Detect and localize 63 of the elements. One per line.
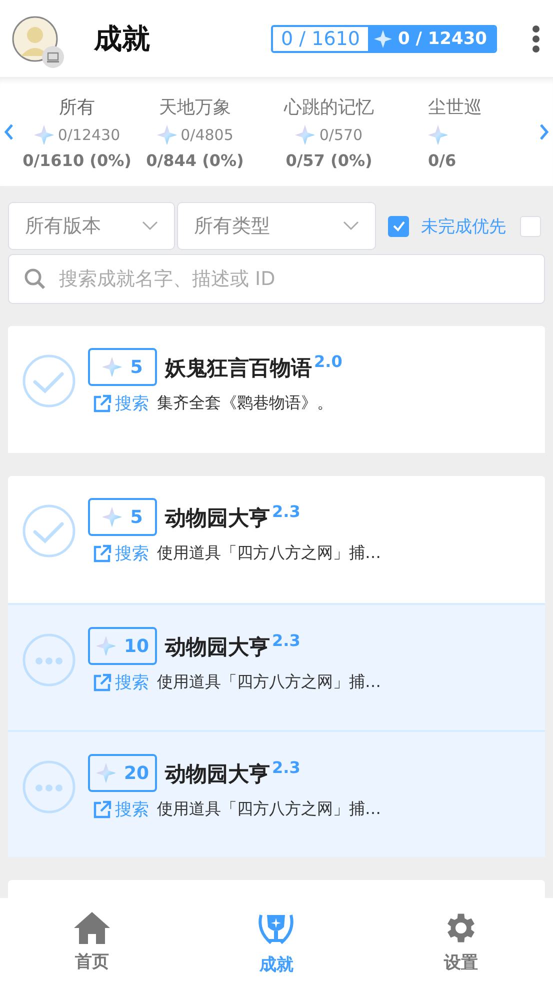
search-link[interactable]: 搜索 xyxy=(88,392,149,415)
reward-badge: 20 xyxy=(88,754,157,792)
achievement-title: 动物园大亨$^{2.3}$ xyxy=(165,631,300,661)
more-icon[interactable] xyxy=(531,24,541,52)
category-primogems: 0/570 xyxy=(319,126,363,144)
achievement-description: 使用道具「四方八方之网」捕… xyxy=(157,672,381,693)
external-link-icon xyxy=(92,672,112,692)
primogem-icon xyxy=(374,30,392,48)
check-circle-icon[interactable] xyxy=(22,504,76,558)
external-link-icon xyxy=(92,544,112,564)
category-primogems: 0/4805 xyxy=(180,126,234,144)
progress-counter: 0 / 1610 0 / 12430 xyxy=(271,24,497,52)
laptop-icon xyxy=(42,46,64,68)
achievement-title: 动物园大亨$^{2.3}$ xyxy=(165,502,300,532)
category-progress: 0/844 (0%) xyxy=(146,150,244,170)
search-icon xyxy=(24,268,46,290)
achievement-description: 使用道具「四方八方之网」捕… xyxy=(157,799,381,820)
category-tab[interactable]: 心跳的记忆 0/570 0/57 (0%) xyxy=(254,94,404,170)
category-tab[interactable]: 尘世巡 0/6 xyxy=(404,94,535,170)
category-name: 天地万象 xyxy=(159,96,231,118)
nav-tab[interactable]: 成就 xyxy=(184,898,369,984)
primogem-icon xyxy=(96,636,116,656)
search-link[interactable]: 搜索 xyxy=(88,798,149,821)
search-link[interactable]: 搜索 xyxy=(88,542,149,565)
category-name: 心跳的记忆 xyxy=(284,96,374,118)
primogem-icon xyxy=(102,507,122,527)
reward-badge: 10 xyxy=(88,627,157,665)
external-link-icon xyxy=(92,394,112,414)
primogem-icon xyxy=(102,357,122,377)
category-progress: 0/57 (0%) xyxy=(286,150,372,170)
type-select[interactable]: 所有类型 xyxy=(177,202,376,250)
category-tab[interactable]: 天地万象 0/4805 0/844 (0%) xyxy=(136,94,254,170)
category-progress: 0/6 xyxy=(428,150,456,170)
category-primogems: 0/12430 xyxy=(58,126,120,144)
primogem-icon xyxy=(428,124,448,144)
reward-badge: 5 xyxy=(88,498,157,536)
check-circle-icon[interactable] xyxy=(22,354,76,408)
category-tab[interactable]: 所有 0/12430 0/1610 (0%) xyxy=(18,94,136,170)
primogem-icon xyxy=(34,124,54,144)
reward-badge: 5 xyxy=(88,348,157,386)
search-link[interactable]: 搜索 xyxy=(88,671,149,694)
achievement-description: 使用道具「四方八方之网」捕… xyxy=(157,543,381,564)
category-name: 所有 xyxy=(59,96,95,118)
primogem-icon xyxy=(295,124,316,144)
page-title: 成就 xyxy=(94,20,151,56)
nav-tab[interactable]: 首页 xyxy=(0,898,184,984)
achievement-title: 动物园大亨$^{2.3}$ xyxy=(165,758,300,788)
version-select[interactable]: 所有版本 xyxy=(8,202,175,250)
primogem-icon xyxy=(156,124,177,144)
category-progress: 0/1610 (0%) xyxy=(22,150,132,170)
chevron-down-icon xyxy=(142,221,158,231)
search-field[interactable]: 搜索成就名字、描述或 ID xyxy=(8,254,545,304)
achievement-description: 集齐全套《鹮巷物语》。 xyxy=(157,393,333,414)
checkbox-label[interactable]: 未完成优先 xyxy=(421,214,506,238)
checkbox[interactable] xyxy=(388,216,409,236)
primogem-icon xyxy=(96,763,116,783)
home-icon xyxy=(72,910,112,946)
nav-tab[interactable]: 设置 xyxy=(368,898,553,984)
category-name: 尘世巡 xyxy=(428,96,482,118)
external-link-icon xyxy=(92,800,112,820)
check-icon xyxy=(392,220,406,232)
achievement-title: 妖鬼狂言百物语$^{2.0}$ xyxy=(165,352,342,382)
chevron-down-icon xyxy=(343,221,359,231)
